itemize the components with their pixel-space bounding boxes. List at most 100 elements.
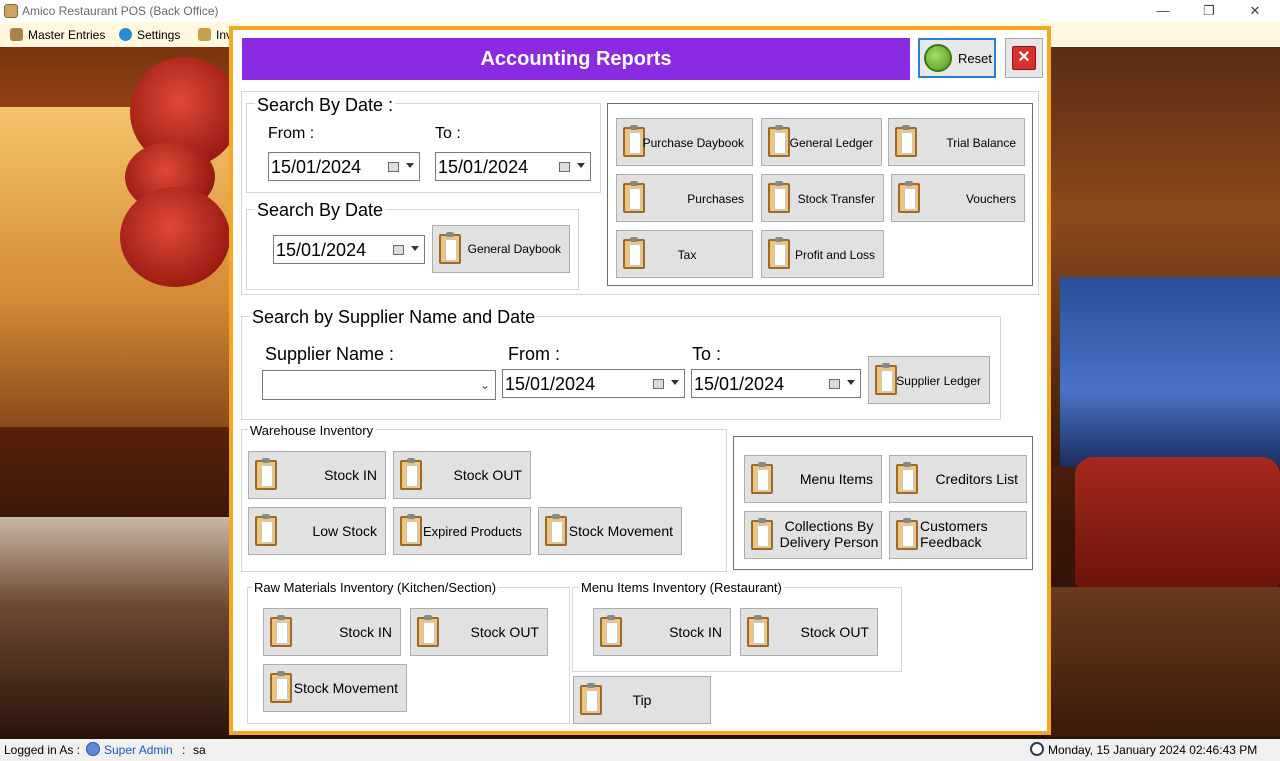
low-stock-button[interactable]: Low Stock: [248, 507, 386, 555]
button-label: Creditors List: [935, 471, 1018, 487]
supplier-name-combobox[interactable]: ⌄: [262, 370, 496, 400]
raw-stock-out-button[interactable]: Stock OUT: [410, 608, 548, 656]
supplier-name-label: Supplier Name :: [265, 344, 395, 364]
menu-items-button[interactable]: Menu Items: [744, 455, 882, 503]
date-value: 15/01/2024: [276, 240, 367, 260]
purchases-button[interactable]: Purchases: [616, 174, 753, 222]
refresh-icon: [924, 44, 952, 72]
clipboard-icon: [768, 181, 790, 213]
restore-button[interactable]: ❐: [1186, 0, 1232, 22]
general-ledger-button[interactable]: General Ledger: [761, 118, 882, 166]
group-legend: Warehouse Inventory: [248, 423, 376, 438]
minimize-button[interactable]: —: [1140, 0, 1186, 22]
close-dialog-button[interactable]: ✕: [1005, 38, 1043, 78]
menu-inventory[interactable]: Inv: [198, 26, 232, 44]
clipboard-icon: [255, 458, 277, 490]
button-label: Customers Feedback: [920, 518, 988, 550]
lantern-image: [120, 187, 230, 287]
clipboard-icon: [623, 181, 645, 213]
button-label: Stock OUT: [800, 624, 869, 640]
supplier-from-date-picker[interactable]: 15/01/2024: [502, 369, 685, 398]
button-label: General Daybook: [467, 242, 561, 256]
clipboard-icon: [400, 458, 422, 490]
accounting-reports-dialog: Accounting Reports Reset ✕ Search By Dat…: [229, 26, 1051, 735]
daybook-date-picker[interactable]: 15/01/2024: [273, 235, 425, 264]
button-label: General Ledger: [789, 136, 873, 150]
menu-master-entries[interactable]: Master Entries: [10, 26, 105, 44]
button-label: Stock IN: [324, 467, 377, 483]
background-window: [1060, 277, 1280, 467]
clipboard-icon: [896, 462, 918, 494]
clipboard-icon: [896, 518, 918, 550]
background-sofa: [1075, 457, 1280, 587]
tip-button[interactable]: Tip: [573, 676, 711, 724]
supplier-ledger-button[interactable]: Supplier Ledger: [868, 356, 990, 404]
general-daybook-button[interactable]: General Daybook: [432, 225, 570, 273]
date-value: 15/01/2024: [438, 157, 529, 177]
date-value: 15/01/2024: [505, 374, 596, 394]
clipboard-icon: [439, 232, 461, 264]
button-label: Purchases: [687, 192, 744, 206]
from-date-picker[interactable]: 15/01/2024: [268, 152, 420, 181]
status-datetime: Monday, 15 January 2024 02:46:43 PM: [1048, 743, 1258, 757]
to-label: To :: [692, 344, 722, 364]
stock-transfer-button[interactable]: Stock Transfer: [761, 174, 884, 222]
statusbar: Logged in As : Super Admin : sa Monday, …: [0, 739, 1280, 761]
dropdown-arrow-icon: [411, 246, 419, 251]
menu-settings[interactable]: Settings: [119, 26, 180, 44]
dropdown-arrow-icon: [671, 380, 679, 385]
chevron-down-icon: ⌄: [479, 378, 490, 392]
expired-products-button[interactable]: Expired Products: [393, 507, 531, 555]
clipboard-icon: [768, 237, 790, 269]
button-label: Purchase Daybook: [642, 136, 744, 150]
reset-button[interactable]: Reset: [918, 38, 996, 78]
app-icon: [4, 4, 18, 18]
collections-by-delivery-person-button[interactable]: Collections By Delivery Person: [744, 511, 882, 559]
button-label: Menu Items: [799, 471, 873, 487]
customers-feedback-button[interactable]: Customers Feedback: [889, 511, 1027, 559]
trial-balance-button[interactable]: Trial Balance: [888, 118, 1025, 166]
clipboard-icon: [768, 125, 790, 157]
purchase-daybook-button[interactable]: Purchase Daybook: [616, 118, 753, 166]
button-label: Supplier Ledger: [896, 374, 981, 388]
dropdown-arrow-icon: [406, 163, 414, 168]
clipboard-icon: [400, 514, 422, 546]
window-title: Amico Restaurant POS (Back Office): [22, 4, 219, 18]
user-role-link[interactable]: Super Admin: [104, 743, 173, 757]
warehouse-stock-movement-button[interactable]: Stock Movement: [538, 507, 682, 555]
menu-stock-out-button[interactable]: Stock OUT: [740, 608, 878, 656]
background-tables: [0, 517, 230, 737]
button-label: Stock Transfer: [797, 192, 875, 206]
warehouse-stock-out-button[interactable]: Stock OUT: [393, 451, 531, 499]
creditors-list-button[interactable]: Creditors List: [889, 455, 1027, 503]
button-label: Stock OUT: [453, 467, 522, 483]
to-date-picker[interactable]: 15/01/2024: [435, 152, 591, 181]
clipboard-icon: [623, 237, 645, 269]
raw-stock-movement-button[interactable]: Stock Movement: [263, 664, 407, 712]
button-label: Stock IN: [669, 624, 722, 640]
raw-stock-in-button[interactable]: Stock IN: [263, 608, 401, 656]
clipboard-icon: [255, 514, 277, 546]
calendar-icon: [653, 379, 664, 389]
date-value: 15/01/2024: [271, 157, 362, 177]
profit-and-loss-button[interactable]: Profit and Loss: [761, 230, 884, 278]
calendar-icon: [393, 245, 404, 255]
tax-button[interactable]: Tax: [616, 230, 753, 278]
button-label: Expired Products: [423, 524, 522, 539]
clipboard-icon: [751, 518, 773, 550]
window-titlebar: Amico Restaurant POS (Back Office) — ❐ ✕: [0, 0, 1280, 22]
group-legend: Search By Date: [255, 200, 386, 221]
supplier-to-date-picker[interactable]: 15/01/2024: [691, 369, 861, 398]
warehouse-stock-in-button[interactable]: Stock IN: [248, 451, 386, 499]
button-label: Tax: [677, 248, 697, 262]
close-window-button[interactable]: ✕: [1232, 0, 1278, 22]
dialog-title: Accounting Reports: [242, 38, 910, 80]
vouchers-button[interactable]: Vouchers: [891, 174, 1025, 222]
menu-stock-in-button[interactable]: Stock IN: [593, 608, 731, 656]
calendar-icon: [829, 379, 840, 389]
to-label: To :: [435, 125, 461, 142]
clipboard-icon: [895, 125, 917, 157]
group-legend: Search By Date :: [255, 95, 396, 116]
clipboard-icon: [580, 683, 602, 715]
button-label: Tip: [632, 692, 652, 708]
